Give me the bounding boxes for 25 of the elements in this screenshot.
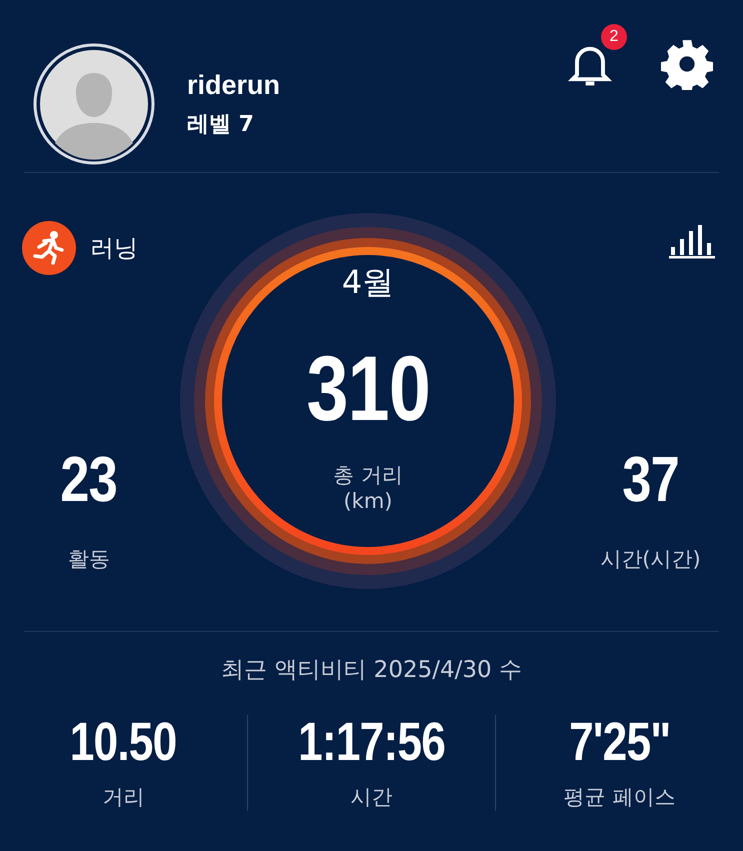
hours-label: 시간(시간) (600, 546, 701, 573)
sport-label: 러닝 (90, 233, 138, 264)
total-distance-label: 총 거리 (333, 462, 403, 489)
activity-stat-value: 1:17:56 (298, 715, 445, 769)
user-level: 레벨 7 (187, 110, 255, 138)
username: riderun (187, 70, 282, 100)
activity-stat-value: 10.50 (70, 715, 177, 769)
distance-unit: (km) (343, 489, 392, 513)
activity-stat-value: 7'25" (568, 715, 670, 769)
notification-button[interactable]: 2 (563, 24, 627, 90)
month-label: 4월 (342, 262, 394, 303)
recent-activity-title: 최근 액티비티 2025/4/30 수 (221, 656, 522, 685)
activity-stat-label: 시간 (350, 784, 392, 811)
settings-icon (661, 38, 713, 90)
activity-stat-label: 거리 (102, 784, 144, 811)
activity-label: 활동 (68, 546, 110, 573)
activity-count: 23 (60, 447, 118, 511)
hours-total: 37 (622, 447, 679, 511)
bar-chart-icon (669, 223, 715, 259)
activity-stat-label: 평균 페이스 (564, 784, 676, 811)
notification-count: 2 (601, 24, 627, 50)
running-icon (22, 221, 76, 275)
total-distance: 310 (306, 343, 430, 435)
statistics-button[interactable] (669, 223, 715, 259)
settings-button[interactable] (661, 38, 713, 90)
